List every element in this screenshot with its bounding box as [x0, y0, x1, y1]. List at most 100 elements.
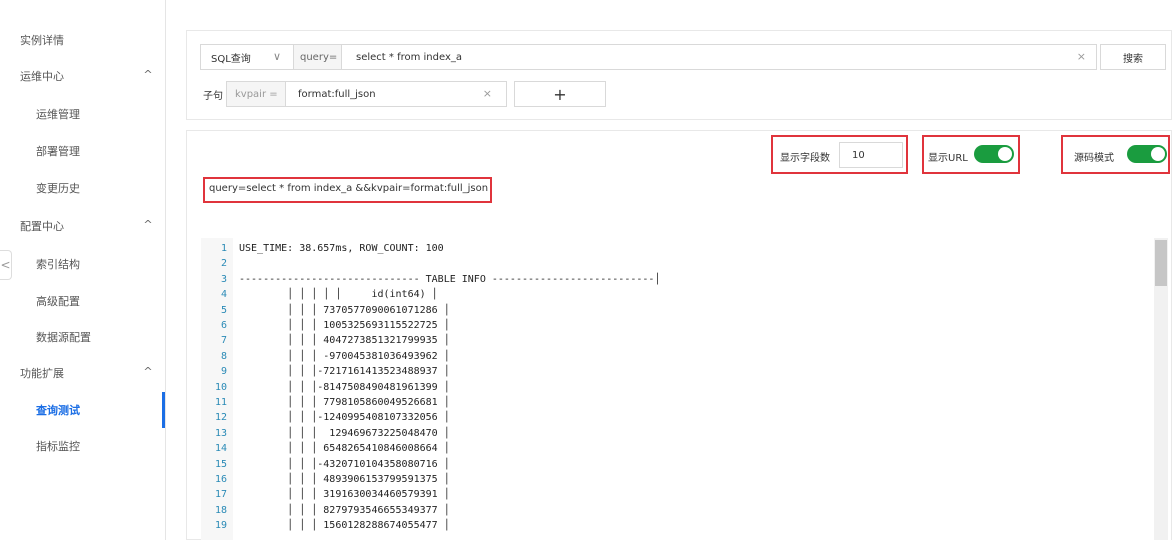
code-line: 2 — [201, 257, 1161, 270]
line-number: 13 — [214, 427, 227, 439]
query-input-value: select * from index_a — [356, 51, 463, 63]
line-number: 3 — [220, 273, 227, 285]
field-count-label: 显示字段数 — [780, 153, 830, 164]
query-prefix-label: query= — [300, 51, 338, 63]
line-text: │ │ │ │ │ id(int64) │ — [239, 289, 438, 301]
sidebar-item-label: 运维中心 — [20, 70, 64, 83]
clause-label: 子句 — [203, 91, 223, 102]
line-number: 16 — [214, 474, 227, 485]
sidebar-item-label: 指标监控 — [36, 440, 80, 453]
line-text: │ │ │-7217161413523488937 │ — [239, 366, 450, 378]
source-mode-label: 源码模式 — [1074, 153, 1114, 164]
clear-clause-icon[interactable]: × — [483, 87, 492, 100]
line-text: │ │ │ 8279793546655349377 │ — [239, 504, 450, 516]
sidebar-group-extensions[interactable]: 功能扩展 ^ — [0, 355, 165, 391]
sidebar-item-advanced-config[interactable]: 高级配置 — [0, 283, 165, 319]
show-url-toggle[interactable] — [974, 145, 1014, 163]
result-code-view: 1 USE_TIME: 38.657ms, ROW_COUNT: 100 2 3 ---… — [201, 238, 1171, 540]
sidebar-item-label: 数据源配置 — [36, 331, 91, 344]
line-text: │ │ │ 4893906153799591375 │ — [239, 474, 450, 485]
sidebar-item-label: 部署管理 — [36, 145, 80, 158]
line-text: USE_TIME: 38.657ms, ROW_COUNT: 100 — [239, 243, 444, 254]
sidebar-item-ops-management[interactable]: 运维管理 — [0, 96, 165, 132]
code-line: 4 │ │ │ │ │ id(int64) │ — [201, 288, 1161, 301]
line-number: 18 — [214, 504, 227, 516]
code-line: 13 │ │ │ 129469673225048470 │ — [201, 427, 1161, 440]
query-type-select[interactable]: SQL查询 ∨ — [200, 44, 294, 70]
line-text: │ │ │ 6548265410846008664 │ — [239, 443, 450, 455]
chevron-up-icon: ^ — [143, 68, 153, 81]
sidebar-item-label: 功能扩展 — [20, 367, 64, 380]
field-count-input[interactable]: 10 — [839, 142, 903, 168]
code-line: 8 │ │ │ -970045381036493962 │ — [201, 350, 1161, 363]
line-text: │ │ │ 1005325693115522725 │ — [239, 320, 450, 331]
code-line: 10 │ │ │-8147508490481961399 │ — [201, 381, 1161, 394]
line-number: 17 — [214, 489, 227, 501]
query-input[interactable]: select * from index_a × — [341, 44, 1097, 70]
sidebar-item-instance-detail[interactable]: 实例详情 — [0, 22, 165, 58]
sidebar-item-label: 变更历史 — [36, 182, 80, 195]
code-line: 14 │ │ │ 6548265410846008664 │ — [201, 442, 1161, 455]
chevron-down-icon: ∨ — [273, 50, 282, 63]
code-line: 3 ------------------------------ TABLE IN… — [201, 273, 1161, 286]
line-number: 12 — [214, 412, 227, 424]
line-number: 8 — [220, 350, 227, 362]
code-scrollbar-thumb[interactable] — [1155, 240, 1167, 286]
code-line: 6 │ │ │ 1005325693115522725 │ — [201, 319, 1161, 332]
line-number: 15 — [214, 458, 227, 470]
line-text: │ │ │-4320710104358080716 │ — [239, 458, 450, 470]
chevron-up-icon: ^ — [143, 218, 153, 231]
code-line: 11 │ │ │ 7798105860049526681 │ — [201, 396, 1161, 409]
search-button-label: 搜索 — [1123, 53, 1143, 65]
clause-key-select[interactable]: kvpair = — [226, 81, 286, 107]
clause-key-value: kvpair = — [235, 88, 278, 100]
page-root: 实例详情 运维中心 ^ 运维管理 部署管理 变更历史 配置中心 ^ 索引结构 高级配… — [0, 0, 1172, 540]
show-url-label: 显示URL — [928, 153, 968, 164]
search-button[interactable]: 搜索 — [1100, 44, 1166, 70]
sidebar-item-index-structure[interactable]: 索引结构 — [0, 246, 165, 282]
code-line: 16 │ │ │ 4893906153799591375 │ — [201, 473, 1161, 486]
line-number: 9 — [220, 366, 227, 378]
line-text: │ │ │ 4047273851321799935 │ — [239, 335, 450, 347]
sidebar-item-label: 索引结构 — [36, 258, 80, 271]
line-number: 5 — [220, 304, 227, 316]
line-text: │ │ │-8147508490481961399 │ — [239, 381, 450, 393]
source-mode-toggle[interactable] — [1127, 145, 1167, 163]
code-line: 19 │ │ │ 1560128288674055477 │ — [201, 519, 1161, 532]
line-text: ------------------------------ TABLE INF… — [239, 273, 661, 285]
chevron-up-icon: ^ — [143, 365, 153, 378]
add-clause-button[interactable]: + — [514, 81, 606, 107]
line-number: 10 — [214, 381, 227, 393]
sidebar-item-label: 实例详情 — [20, 34, 64, 47]
line-text: │ │ │ 1560128288674055477 │ — [239, 520, 450, 532]
line-text: │ │ │ -970045381036493962 │ — [239, 350, 450, 362]
code-line: 9 │ │ │-7217161413523488937 │ — [201, 365, 1161, 378]
query-prefix: query= — [293, 44, 342, 70]
sidebar-group-ops-center[interactable]: 运维中心 ^ — [0, 58, 165, 94]
clause-value-input[interactable]: format:full_json × — [285, 81, 507, 107]
collapse-sidebar-button[interactable]: < — [0, 250, 12, 280]
line-number: 6 — [220, 320, 227, 331]
sidebar-group-config-center[interactable]: 配置中心 ^ — [0, 208, 165, 244]
line-text: │ │ │ 7370577090061071286 │ — [239, 304, 450, 316]
query-type-value: SQL查询 — [211, 53, 251, 65]
clear-query-icon[interactable]: × — [1077, 50, 1086, 63]
field-count-value: 10 — [852, 149, 865, 161]
sidebar-item-metrics-monitor[interactable]: 指标监控 — [0, 428, 165, 464]
line-number: 2 — [220, 258, 227, 270]
sidebar-item-deploy-management[interactable]: 部署管理 — [0, 133, 165, 169]
sidebar-item-label: 高级配置 — [36, 295, 80, 308]
line-text: │ │ │ 3191630034460579391 │ — [239, 489, 450, 501]
code-line: 12 │ │ │-1240995408107332056 │ — [201, 411, 1161, 424]
code-line: 5 │ │ │ 7370577090061071286 │ — [201, 304, 1161, 317]
request-url-text: query=select * from index_a &&kvpair=for… — [209, 183, 489, 194]
line-number: 11 — [214, 397, 227, 408]
sidebar-item-datasource-config[interactable]: 数据源配置 — [0, 319, 165, 355]
sidebar-item-change-history[interactable]: 变更历史 — [0, 170, 165, 206]
sidebar-item-query-test[interactable]: 查询测试 — [0, 392, 165, 428]
line-number: 1 — [220, 243, 227, 254]
toggle-knob — [1151, 147, 1165, 161]
line-number: 19 — [214, 520, 227, 532]
code-line: 7 │ │ │ 4047273851321799935 │ — [201, 334, 1161, 347]
line-number: 14 — [214, 443, 227, 455]
